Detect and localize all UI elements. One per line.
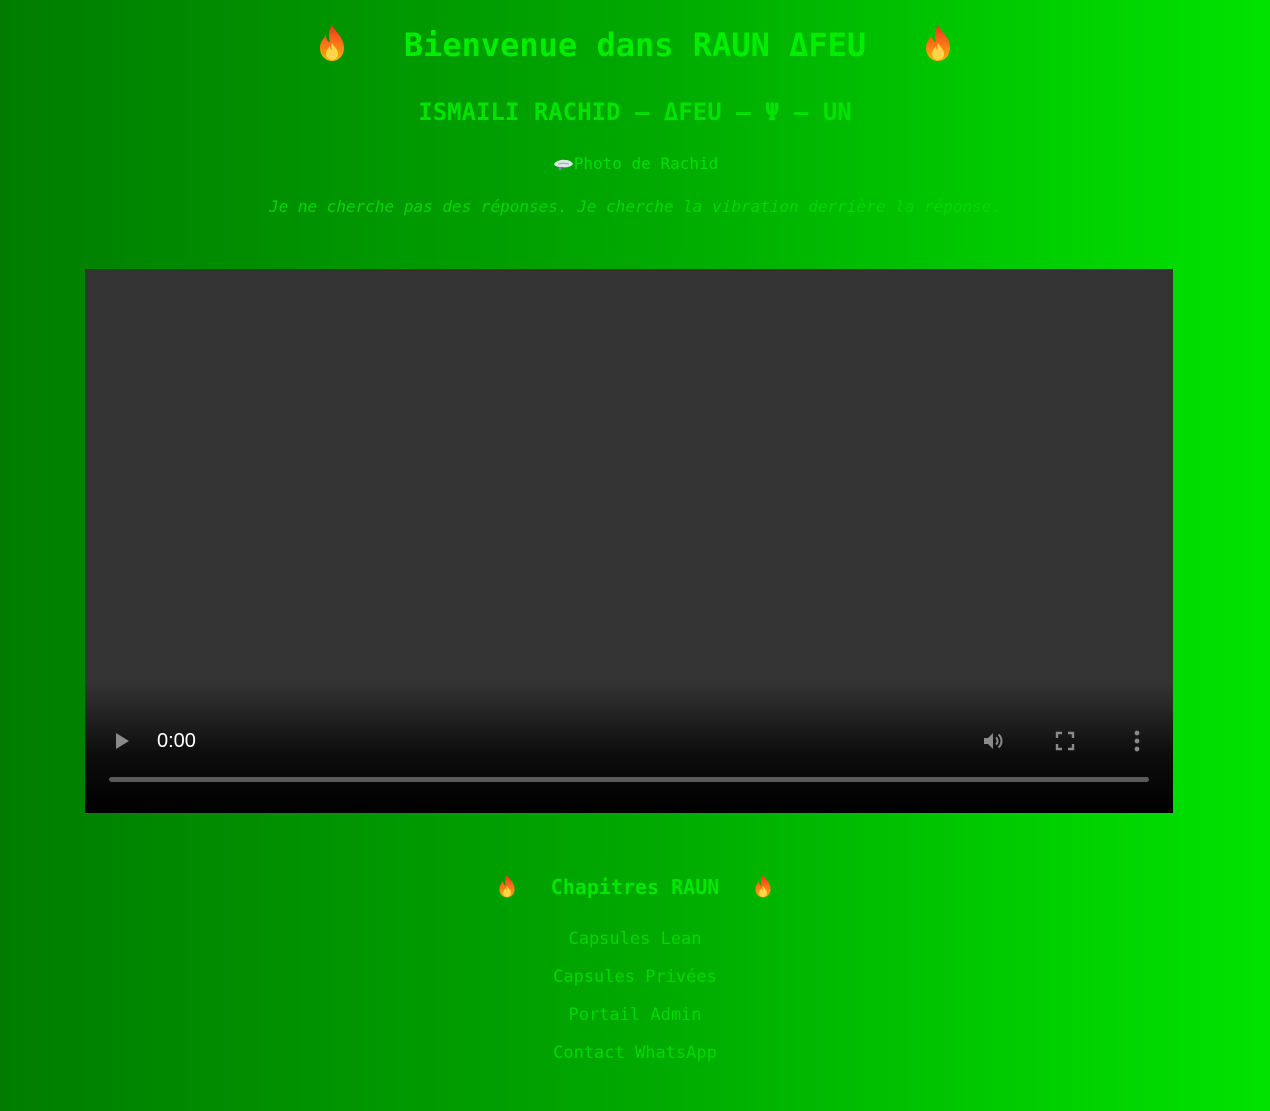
flame-icon bbox=[317, 24, 347, 62]
video-controls: 0:00 bbox=[85, 721, 1173, 761]
more-vertical-icon bbox=[1134, 730, 1140, 752]
tagline: Je ne cherche pas des réponses. Je cherc… bbox=[268, 197, 1002, 216]
link-contact-whatsapp[interactable]: Contact WhatsApp bbox=[0, 1034, 1270, 1072]
flame-icon bbox=[497, 874, 517, 898]
link-capsules-privees[interactable]: Capsules Privées bbox=[0, 958, 1270, 996]
page-subtitle: ISMAILI RACHID – ΔFEU – Ψ – UN bbox=[418, 98, 852, 126]
volume-icon bbox=[984, 733, 1003, 749]
chapters-links: Capsules Lean Capsules Privées Portail A… bbox=[0, 920, 1270, 1072]
link-capsules-lean[interactable]: Capsules Lean bbox=[0, 920, 1270, 958]
page-title-text: Bienvenue dans RAUN ΔFEU bbox=[403, 26, 867, 64]
video-progress-bar[interactable] bbox=[109, 777, 1149, 782]
video-time: 0:00 bbox=[157, 730, 196, 752]
play-icon bbox=[116, 733, 129, 749]
broken-image-icon bbox=[553, 159, 573, 170]
profile-photo-alt: Photo de Rachid bbox=[573, 154, 719, 173]
more-options-button[interactable] bbox=[1117, 721, 1157, 761]
page-title: Bienvenue dans RAUN ΔFEU bbox=[0, 22, 1270, 68]
volume-button[interactable] bbox=[973, 721, 1013, 761]
flame-icon bbox=[923, 24, 953, 62]
profile-photo: Photo de Rachid bbox=[0, 153, 1270, 175]
fullscreen-icon bbox=[1055, 731, 1075, 751]
chapters-heading-text: Chapitres RAUN bbox=[550, 875, 720, 899]
fullscreen-button[interactable] bbox=[1045, 721, 1085, 761]
link-portail-admin[interactable]: Portail Admin bbox=[0, 996, 1270, 1034]
video-player[interactable]: 0:00 bbox=[85, 269, 1173, 813]
play-button[interactable] bbox=[102, 721, 142, 761]
flame-icon bbox=[753, 874, 773, 898]
chapters-heading: Chapitres RAUN bbox=[0, 870, 1270, 904]
